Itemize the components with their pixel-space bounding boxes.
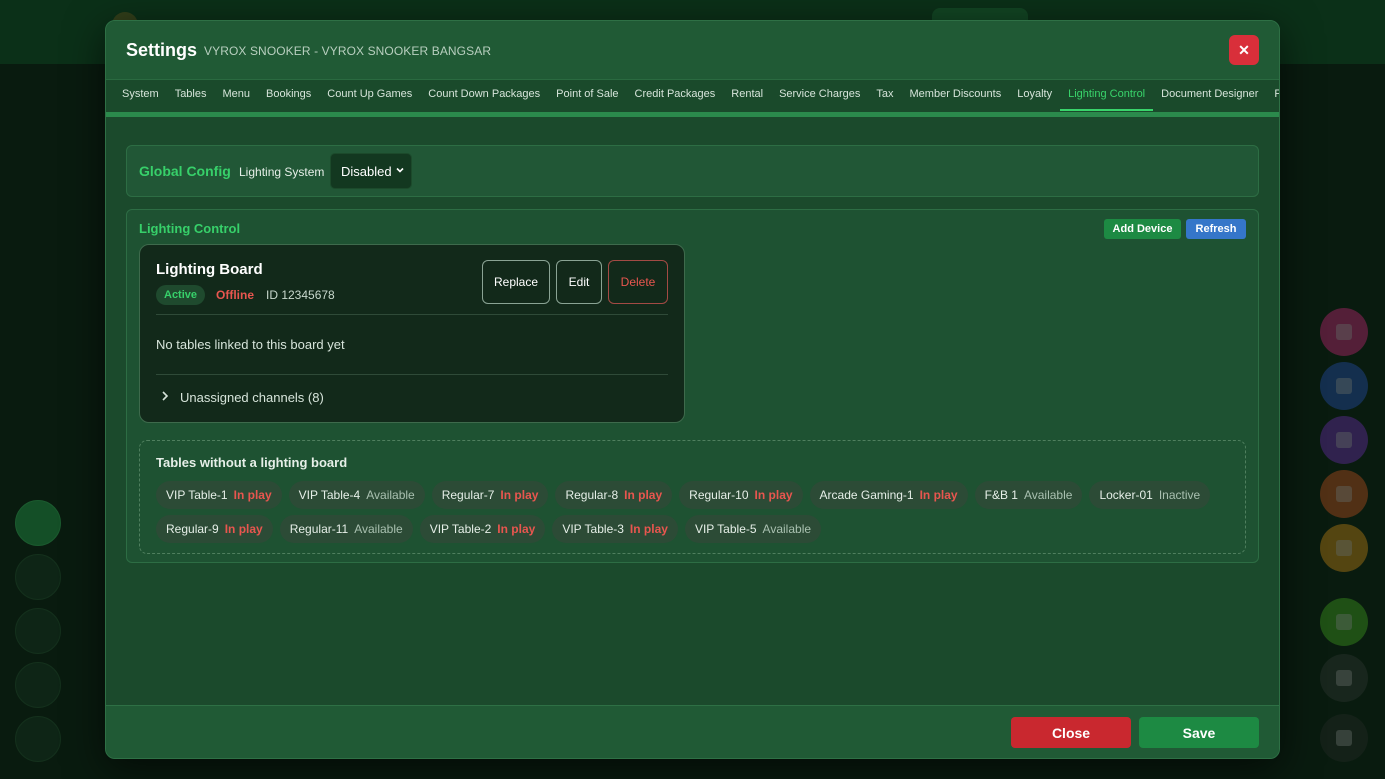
delete-button[interactable]: Delete [608,260,668,304]
tables-without-board-section: Tables without a lighting board VIP Tabl… [139,440,1246,554]
settings-content: Global Config Lighting System Disabled L… [106,117,1279,705]
tab-printers[interactable]: Printers [1266,80,1279,111]
status-badge: Active [156,285,206,305]
close-icon[interactable]: ✕ [1229,35,1259,65]
table-chip-status: In play [500,488,539,502]
table-chip[interactable]: Regular-10 In play [679,481,803,509]
table-chip-name: Regular-10 [689,488,749,502]
table-chip-status: In play [224,522,263,536]
board-name: Lighting Board [156,261,263,278]
lighting-control-panel: Lighting Control Add Device Refresh Ligh… [126,209,1259,563]
table-chip-name: VIP Table-2 [429,522,492,536]
table-chip-name: Regular-7 [441,488,495,502]
tab-rental[interactable]: Rental [723,80,771,111]
tab-menu[interactable]: Menu [214,80,258,111]
table-chip-name: VIP Table-5 [694,522,757,536]
table-chip[interactable]: Regular-8 In play [555,481,673,509]
table-chip-name: VIP Table-4 [298,488,361,502]
table-chip-status: In play [624,488,663,502]
table-chip[interactable]: Regular-9 In play [156,515,273,543]
chevron-down-icon [395,165,405,178]
lighting-control-heading: Lighting Control [139,221,241,236]
no-tables-message: No tables linked to this board yet [156,337,345,352]
table-chip[interactable]: Locker-01 Inactive [1089,481,1211,509]
table-chip[interactable]: Regular-11 Available [279,515,413,543]
table-chip-name: VIP Table-3 [562,522,624,536]
tab-credit-packages[interactable]: Credit Packages [627,80,724,111]
table-chip[interactable]: Arcade Gaming-1 In play [809,481,968,509]
tab-count-down-packages[interactable]: Count Down Packages [420,80,548,111]
tab-point-of-sale[interactable]: Point of Sale [548,80,626,111]
table-chip-name: Locker-01 [1099,488,1153,502]
add-device-button[interactable]: Add Device [1104,219,1181,239]
settings-tabs: System Tables Menu Bookings Count Up Games Co… [106,79,1279,112]
modal-header: Settings VYROX SNOOKER - VYROX SNOOKER B… [106,21,1279,79]
table-chip-status: Available [1023,488,1073,502]
table-chip-status: In play [233,488,272,502]
table-chip[interactable]: VIP Table-5 Available [684,515,822,543]
tab-tables[interactable]: Tables [167,80,215,111]
unassigned-channels-toggle[interactable]: Unassigned channels (8) [160,390,324,405]
table-chip-name: F&B 1 [984,488,1018,502]
table-chip-list: VIP Table-1 In play VIP Table-4 Available Re… [156,481,1236,543]
tab-system[interactable]: System [114,80,167,111]
tab-service-charges[interactable]: Service Charges [771,80,868,111]
refresh-button[interactable]: Refresh [1186,219,1246,239]
modal-title: Settings [126,40,198,60]
table-chip-status: Available [354,522,403,536]
modal-subtitle: VYROX SNOOKER - VYROX SNOOKER BANGSAR [204,44,492,58]
divider [156,374,668,375]
table-chip-name: Regular-9 [166,522,219,536]
table-chip-status: In play [754,488,793,502]
board-online-status: Offline [216,288,254,302]
lighting-system-label: Lighting System [239,165,325,179]
global-config-panel: Global Config Lighting System Disabled [126,145,1259,197]
replace-button[interactable]: Replace [482,260,550,304]
table-chip[interactable]: VIP Table-2 In play [419,515,546,543]
table-chip-status: Available [762,522,812,536]
table-chip-name: VIP Table-1 [166,488,228,502]
chevron-right-icon [160,390,170,405]
edit-button[interactable]: Edit [556,260,602,304]
table-chip[interactable]: VIP Table-1 In play [156,481,282,509]
close-button[interactable]: Close [1011,717,1131,748]
table-chip-status: In play [497,522,536,536]
tab-loyalty[interactable]: Loyalty [1009,80,1060,111]
settings-modal: Settings VYROX SNOOKER - VYROX SNOOKER B… [105,20,1280,759]
table-chip[interactable]: VIP Table-4 Available [288,481,425,509]
tab-lighting-control[interactable]: Lighting Control [1060,80,1154,111]
table-chip-name: Regular-8 [565,488,619,502]
tables-without-board-heading: Tables without a lighting board [156,455,348,470]
table-chip-status: Available [366,488,415,502]
table-chip[interactable]: Regular-7 In play [431,481,549,509]
tab-count-up-games[interactable]: Count Up Games [319,80,420,111]
tab-tax[interactable]: Tax [868,80,901,111]
divider [156,314,668,315]
lighting-board-card: Lighting Board Active Offline ID 1234567… [139,244,685,423]
tab-bookings[interactable]: Bookings [258,80,319,111]
save-button[interactable]: Save [1139,717,1259,748]
table-chip-status: In play [919,488,958,502]
table-chip-name: Regular-11 [289,522,349,536]
unassigned-channels-label: Unassigned channels (8) [180,390,324,405]
table-chip[interactable]: VIP Table-3 In play [552,515,678,543]
global-config-heading: Global Config [139,163,231,179]
tab-document-designer[interactable]: Document Designer [1153,80,1266,111]
table-chip-status: In play [629,522,668,536]
board-id: ID 12345678 [266,288,335,302]
modal-footer: Close Save [106,705,1279,758]
lighting-system-select[interactable]: Disabled [330,153,412,189]
tab-member-discounts[interactable]: Member Discounts [902,80,1010,111]
table-chip-name: Arcade Gaming-1 [819,488,914,502]
table-chip-status: Inactive [1158,488,1201,502]
table-chip[interactable]: F&B 1 Available [974,481,1083,509]
lighting-system-value: Disabled [341,164,392,179]
